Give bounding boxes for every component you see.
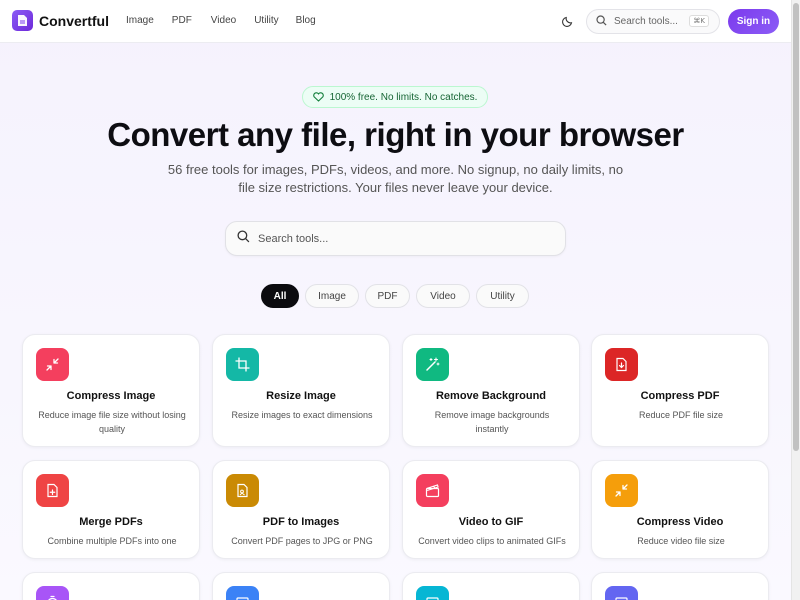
tool-card-compress-image[interactable]: Compress Image Reduce image file size wi… [22, 334, 200, 447]
brand[interactable]: Convertful [12, 10, 109, 31]
nav-search-placeholder: Search tools... [614, 16, 678, 27]
compress-icon [36, 348, 69, 381]
tool-card-remove-background[interactable]: Remove Background Remove image backgroun… [402, 334, 580, 447]
nav-link-image[interactable]: Image [126, 15, 154, 26]
crop-icon [226, 348, 259, 381]
tool-title: Compress Image [66, 390, 156, 402]
nav-link-utility[interactable]: Utility [254, 15, 278, 26]
page-scrollbar[interactable] [791, 0, 800, 600]
top-navbar: Convertful Image PDF Video Utility Blog … [0, 0, 791, 43]
image-icon [416, 586, 449, 600]
tool-title: Compress Video [636, 516, 724, 528]
free-badge-text: 100% free. No limits. No catches. [329, 91, 478, 103]
tool-card[interactable] [591, 572, 769, 600]
tool-card-resize-image[interactable]: Resize Image Resize images to exact dime… [212, 334, 390, 447]
tool-card-pdf-to-images[interactable]: PDF to Images Convert PDF pages to JPG o… [212, 460, 390, 559]
tool-search-placeholder: Search tools... [258, 232, 329, 245]
tool-description: Convert video clips to animated GIFs [418, 536, 566, 546]
tool-title: Compress PDF [640, 390, 720, 402]
tool-card-compress-pdf[interactable]: Compress PDF Reduce PDF file size [591, 334, 769, 447]
tool-title: Video to GIF [458, 516, 524, 528]
moon-icon[interactable] [561, 14, 575, 28]
tool-search-input[interactable]: Search tools... [225, 221, 566, 256]
category-filters: All Image PDF Video Utility [0, 284, 791, 308]
file-plus-icon [36, 474, 69, 507]
keyboard-shortcut-badge: ⌘K [689, 15, 709, 27]
file-image-icon [226, 474, 259, 507]
search-icon [237, 229, 250, 248]
nav-search-input[interactable]: Search tools... ⌘K [586, 9, 720, 34]
tool-description: Remove image backgrounds instantly [434, 410, 550, 434]
tool-description: Resize images to exact dimensions [231, 410, 373, 420]
filter-video[interactable]: Video [416, 284, 470, 308]
filter-utility[interactable]: Utility [476, 284, 529, 308]
compress-icon [605, 474, 638, 507]
tool-card-video-to-gif[interactable]: Video to GIF Convert video clips to anim… [402, 460, 580, 559]
nav-link-pdf[interactable]: PDF [172, 15, 192, 26]
tool-card[interactable] [402, 572, 580, 600]
magic-wand-icon [416, 348, 449, 381]
tool-description: Reduce video file size [637, 536, 725, 546]
tool-description: Reduce image file size without losing qu… [38, 410, 186, 434]
hero-title: Convert any file, right in your browser [107, 116, 684, 153]
tool-description: Reduce PDF file size [638, 410, 724, 420]
tool-description: Convert PDF pages to JPG or PNG [231, 536, 373, 546]
filter-all[interactable]: All [261, 284, 299, 308]
logo-file-icon [12, 10, 33, 31]
image-icon [605, 586, 638, 600]
tool-description: Combine multiple PDFs into one [47, 536, 177, 546]
nav-link-video[interactable]: Video [211, 15, 236, 26]
free-badge: 100% free. No limits. No catches. [302, 86, 488, 108]
scrollbar-thumb[interactable] [793, 3, 799, 451]
heart-icon [312, 92, 324, 102]
filter-pdf[interactable]: PDF [365, 284, 410, 308]
tool-card-merge-pdfs[interactable]: Merge PDFs Combine multiple PDFs into on… [22, 460, 200, 559]
sign-in-button[interactable]: Sign in [728, 9, 779, 34]
tool-card[interactable] [22, 572, 200, 600]
tool-card[interactable] [212, 572, 390, 600]
hero-subtitle: 56 free tools for images, PDFs, videos, … [167, 162, 624, 195]
tool-title: Merge PDFs [79, 516, 143, 528]
tool-title: PDF to Images [262, 516, 340, 528]
file-download-icon [605, 348, 638, 381]
search-icon [596, 13, 607, 31]
nav-link-blog[interactable]: Blog [296, 15, 316, 26]
tool-card-compress-video[interactable]: Compress Video Reduce video file size [591, 460, 769, 559]
tool-title: Resize Image [266, 390, 336, 402]
tool-title: Remove Background [435, 390, 547, 402]
clapperboard-icon [416, 474, 449, 507]
image-icon [226, 586, 259, 600]
filter-image[interactable]: Image [305, 284, 359, 308]
brand-name: Convertful [39, 12, 109, 29]
timer-icon [36, 586, 69, 600]
main-nav: Image PDF Video Utility Blog [126, 15, 340, 26]
